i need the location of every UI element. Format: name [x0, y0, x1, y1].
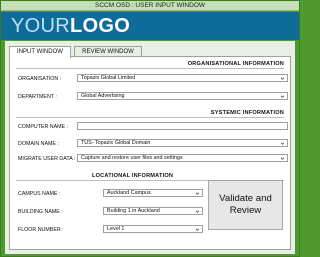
window-title: SCCM OSD : USER INPUT WINDOW [1, 1, 299, 11]
label-campus-name: CAMPUS NAME : [18, 191, 61, 197]
organisation-select[interactable]: Topazix Global Limited [77, 74, 288, 82]
chevron-down-icon [280, 157, 285, 160]
building-name-select[interactable]: Building 1 in Auckland [103, 207, 203, 215]
chevron-down-icon [195, 228, 200, 231]
chevron-down-icon [195, 210, 200, 213]
divider [16, 68, 284, 69]
floor-number-value: Level 1 [107, 226, 125, 232]
label-domain-name: DOMAIN NAME : [18, 141, 59, 147]
chevron-down-icon [280, 95, 285, 98]
chevron-down-icon [280, 142, 285, 145]
tab-input-window[interactable]: INPUT WINDOW [9, 46, 71, 58]
label-migrate-user-data: MIGRATE USER DATA : [18, 156, 76, 162]
section-title-systemic: SYSTEMIC INFORMATION [210, 110, 284, 116]
label-organisation: ORGANISATION : [18, 76, 62, 82]
campus-name-select[interactable]: Auckland Campus [103, 189, 203, 197]
migrate-user-data-select[interactable]: Capture and restore user files and setti… [77, 154, 288, 162]
divider [16, 117, 284, 118]
label-floor-number: FLOOR NUMBER : [18, 227, 64, 233]
department-value: Global Advertising [81, 93, 125, 99]
logo-your: YOUR [11, 15, 70, 37]
building-name-value: Building 1 in Auckland [107, 208, 160, 214]
validate-and-review-label: Validate and Review [219, 193, 272, 216]
app-window: SCCM OSD : USER INPUT WINDOW YOURLOGO IN… [0, 0, 300, 257]
section-title-organisational: ORGANISATIONAL INFORMATION [187, 61, 284, 67]
logo: YOURLOGO [11, 15, 130, 37]
logo-logo: LOGO [69, 15, 131, 37]
organisation-value: Topazix Global Limited [81, 75, 136, 81]
migrate-user-data-value: Capture and restore user files and setti… [81, 155, 183, 161]
chevron-down-icon [195, 192, 200, 195]
label-department: DEPARTMENT : [18, 94, 57, 100]
floor-number-select[interactable]: Level 1 [103, 225, 203, 233]
content-area: INPUT WINDOW REVIEW WINDOW ORGANISATIONA… [5, 41, 295, 254]
campus-name-value: Auckland Campus [107, 190, 151, 196]
department-select[interactable]: Global Advertising [77, 92, 288, 100]
computer-name-input[interactable] [77, 122, 288, 130]
domain-name-select[interactable]: TUS- Topazix Global Domain [77, 139, 288, 147]
domain-name-value: TUS- Topazix Global Domain [81, 140, 151, 146]
validate-and-review-button[interactable]: Validate and Review [208, 180, 283, 230]
label-computer-name: COMPUTER NAME : [18, 124, 69, 130]
label-building-name: BUILDING NAME : [18, 209, 63, 215]
header-banner: YOURLOGO [1, 12, 299, 40]
section-title-locational: LOCATIONAL INFORMATION [92, 173, 174, 179]
chevron-down-icon [280, 77, 285, 80]
